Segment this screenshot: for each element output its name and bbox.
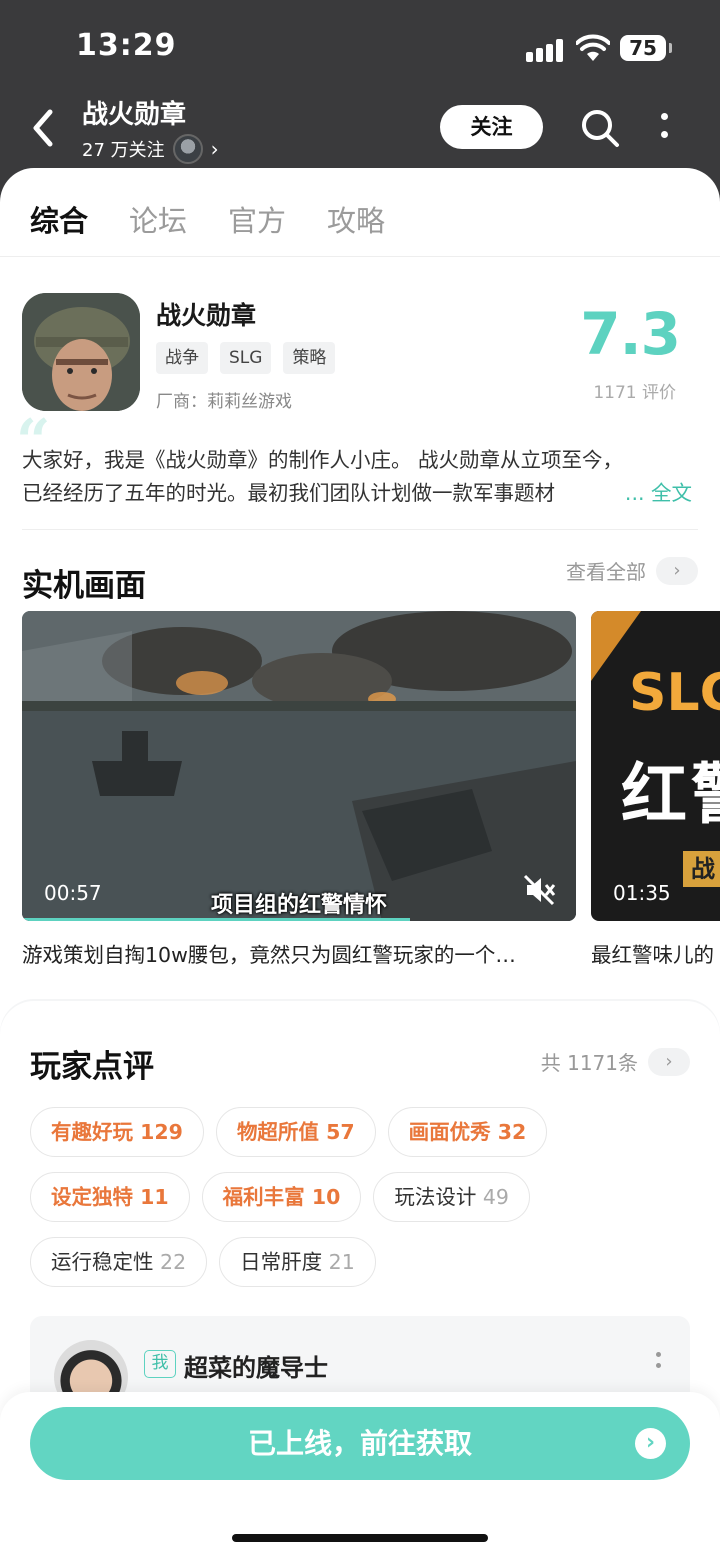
chevron-right-icon: › bbox=[210, 137, 219, 161]
status-time: 13:29 bbox=[76, 28, 177, 63]
video-overlay-text: 红警 bbox=[621, 756, 720, 833]
tab-official[interactable]: 官方 bbox=[228, 198, 286, 240]
tab-bar: 综合 论坛 官方 攻略 bbox=[27, 198, 385, 240]
follower-avatar bbox=[172, 134, 203, 164]
bottom-action-bar: 已上线，前往获取 › bbox=[0, 1392, 720, 1558]
page-title: 战火勋章 bbox=[82, 100, 187, 130]
chevron-right-icon: › bbox=[635, 1428, 666, 1459]
review-tag-chip[interactable]: 运行稳定性 22 bbox=[30, 1237, 208, 1287]
see-all-button[interactable]: 查看全部 › bbox=[566, 556, 698, 585]
back-icon[interactable] bbox=[28, 106, 58, 150]
video-card[interactable]: 00:57 项目组的红警情怀 bbox=[22, 611, 576, 921]
cta-label: 已上线，前往获取 bbox=[247, 1427, 472, 1460]
video-card[interactable]: SLG 红警 战 01:35 bbox=[591, 611, 720, 921]
video-duration: 01:35 bbox=[613, 881, 671, 905]
chevron-right-icon: › bbox=[648, 1047, 690, 1076]
all-reviews-button[interactable]: 共 1171条 › bbox=[541, 1047, 690, 1076]
genre-tag[interactable]: SLG bbox=[220, 342, 272, 374]
video-title[interactable]: 游戏策划自掏10w腰包，竟然只为圆红警玩家的一个… bbox=[22, 938, 576, 968]
divider bbox=[22, 529, 698, 530]
more-options-icon[interactable] bbox=[656, 110, 672, 146]
mute-icon[interactable] bbox=[522, 873, 556, 907]
more-options-icon[interactable] bbox=[654, 1352, 662, 1374]
rating-count: 1171 评价 bbox=[593, 383, 676, 403]
review-tag-list: 有趣好玩 129 物超所值 57 画面优秀 32 设定独特 11 福利丰富 10… bbox=[30, 1107, 710, 1302]
review-tag-chip[interactable]: 日常肝度 21 bbox=[219, 1237, 376, 1287]
video-progress-bar bbox=[22, 918, 410, 921]
review-tag-chip[interactable]: 有趣好玩 129 bbox=[30, 1107, 204, 1157]
search-icon[interactable] bbox=[580, 108, 620, 148]
vendor-label[interactable]: 厂商：莉莉丝游戏 bbox=[156, 387, 292, 412]
get-game-button[interactable]: 已上线，前往获取 › bbox=[30, 1407, 690, 1480]
video-overlay-text: SLG bbox=[629, 663, 720, 723]
followers-row[interactable]: 27 万关注 › bbox=[82, 134, 219, 164]
review-tag-chip[interactable]: 物超所值 57 bbox=[215, 1107, 376, 1157]
reviews-total: 共 1171条 bbox=[540, 1051, 638, 1075]
main-content: 综合 论坛 官方 攻略 战火勋章 战争 SLG 策略 厂商：莉莉丝游戏 7.3 … bbox=[0, 168, 720, 1558]
review-tag-chip[interactable]: 福利丰富 10 bbox=[201, 1172, 362, 1222]
review-tag-chip[interactable]: 玩法设计 49 bbox=[373, 1172, 530, 1222]
follow-button[interactable]: 关注 bbox=[440, 105, 543, 149]
video-caption: 项目组的红警情怀 bbox=[210, 893, 387, 918]
tab-forum[interactable]: 论坛 bbox=[129, 198, 187, 240]
read-more-link[interactable]: ... 全文 bbox=[625, 477, 692, 510]
rating-score: 7.3 bbox=[580, 300, 681, 368]
me-badge: 我 bbox=[144, 1350, 176, 1378]
battery-icon: 75 bbox=[620, 35, 672, 61]
status-bar: 13:29 75 bbox=[0, 0, 720, 92]
tab-guides[interactable]: 攻略 bbox=[327, 198, 385, 240]
developer-intro: 大家好，我是《战火勋章》的制作人小庄。 战火勋章从立项至今， 已经经历了五年的时… bbox=[22, 444, 692, 510]
intro-line: 大家好，我是《战火勋章》的制作人小庄。 战火勋章从立项至今， bbox=[22, 448, 624, 472]
reviewer-name[interactable]: 超菜的魔导士 bbox=[184, 1348, 328, 1383]
video-title[interactable]: 最红警味儿的 bbox=[591, 938, 720, 968]
cellular-signal-icon bbox=[526, 38, 564, 62]
genre-tag[interactable]: 策略 bbox=[283, 342, 336, 374]
video-overlay-text: 战 bbox=[683, 851, 720, 887]
app-name: 战火勋章 bbox=[156, 301, 257, 330]
section-title-screens: 实机画面 bbox=[22, 568, 146, 604]
wifi-icon bbox=[576, 34, 610, 61]
app-icon[interactable] bbox=[22, 293, 140, 411]
chevron-right-icon: › bbox=[656, 556, 698, 585]
intro-line: 已经经历了五年的时光。最初我们团队计划做一款军事题材 bbox=[22, 481, 555, 505]
review-tag-chip[interactable]: 画面优秀 32 bbox=[387, 1107, 548, 1157]
tab-overview[interactable]: 综合 bbox=[27, 198, 91, 240]
video-thumbnail bbox=[22, 611, 576, 921]
review-tag-chip[interactable]: 设定独特 11 bbox=[30, 1172, 190, 1222]
section-title-reviews: 玩家点评 bbox=[30, 1049, 154, 1085]
home-indicator bbox=[232, 1534, 488, 1542]
genre-tag[interactable]: 战争 bbox=[156, 342, 208, 374]
top-nav: 战火勋章 27 万关注 › 关注 bbox=[0, 92, 720, 172]
see-all-label: 查看全部 bbox=[566, 560, 646, 584]
followers-count: 27 万关注 bbox=[82, 140, 165, 161]
divider bbox=[0, 256, 720, 257]
genre-tags: 战争 SLG 策略 bbox=[156, 342, 336, 374]
